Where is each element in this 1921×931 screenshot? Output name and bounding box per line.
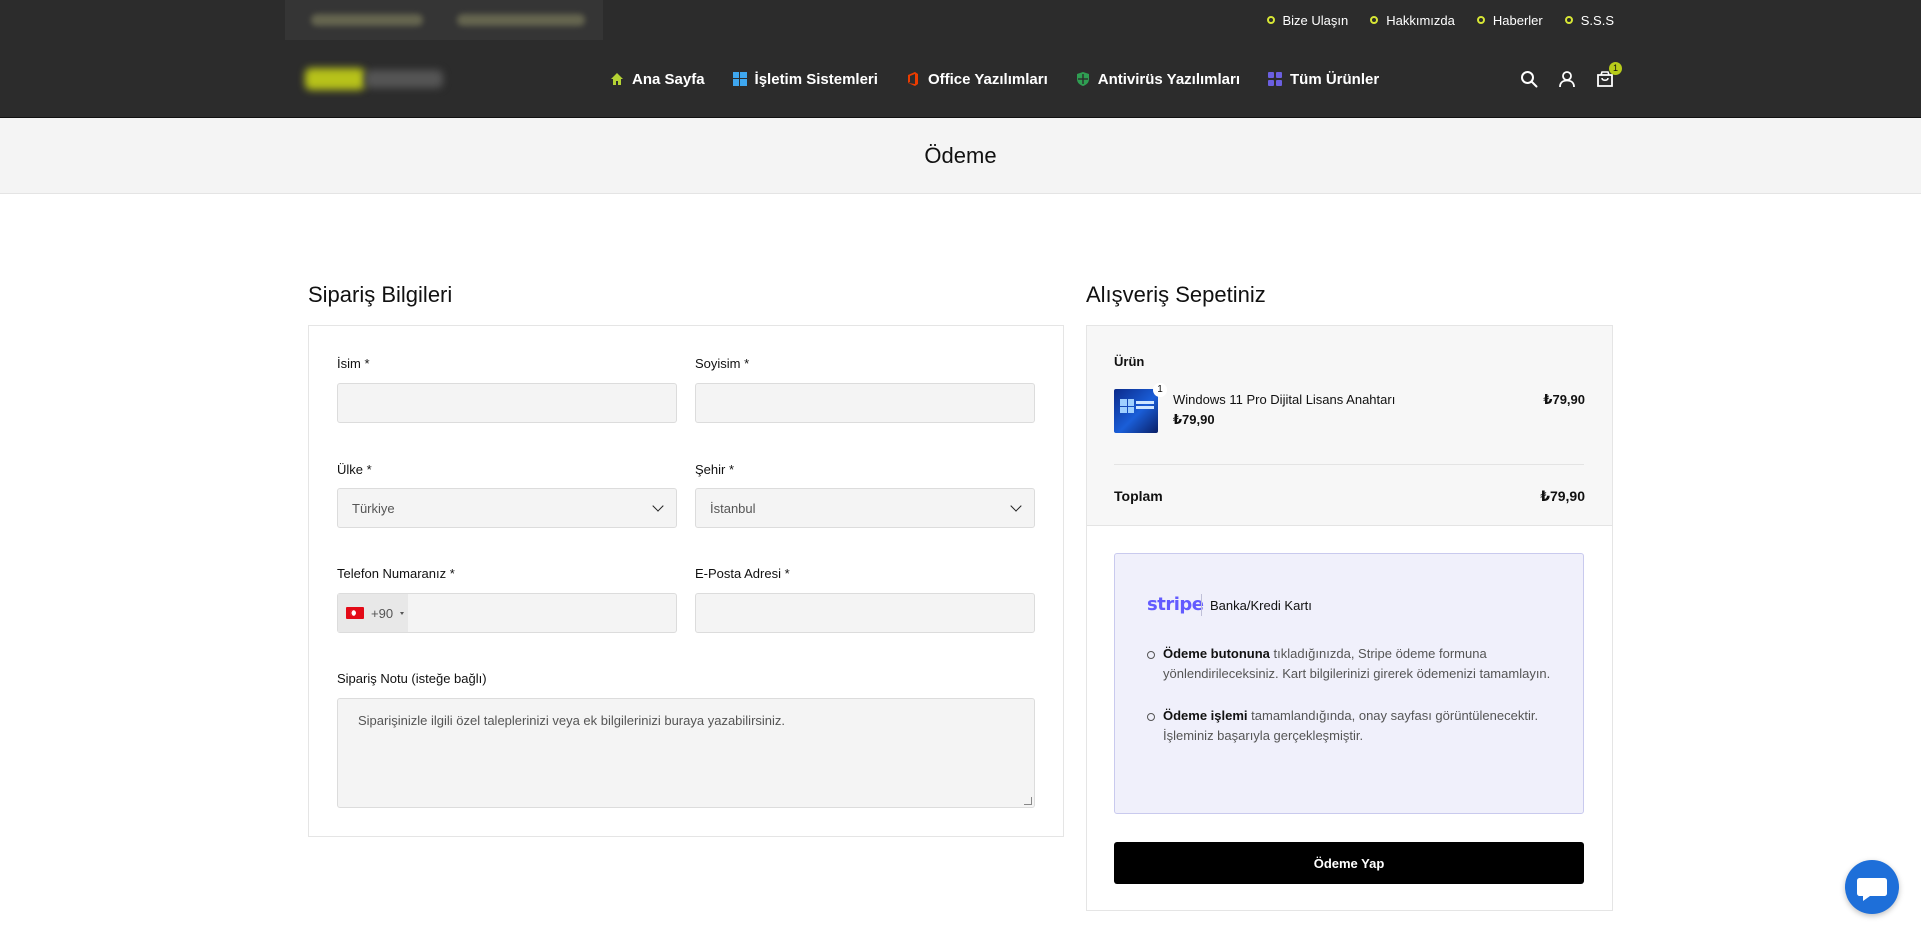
nav-item-office[interactable]: Office Yazılımları <box>906 71 1048 88</box>
order-info-heading: Sipariş Bilgileri <box>308 282 453 307</box>
cart-heading: Alışveriş Sepetiniz <box>1086 282 1266 307</box>
phone-label: Telefon Numaranız * <box>337 566 455 581</box>
resize-handle-icon[interactable] <box>1024 797 1032 805</box>
top-link-news[interactable]: Haberler <box>1476 13 1543 28</box>
last-name-field[interactable] <box>695 383 1035 423</box>
chevron-down-icon <box>652 500 664 512</box>
top-link-faq[interactable]: S.S.S <box>1564 13 1614 28</box>
caret-down-icon <box>400 611 405 615</box>
instruction-item: Ödeme işlemi tamamlandığında, onay sayfa… <box>1147 706 1557 746</box>
city-label: Şehir * <box>695 462 735 477</box>
total-value: ₺79,90 <box>1540 488 1585 504</box>
bullet-icon <box>1370 16 1379 24</box>
product-image <box>1114 389 1158 433</box>
contact-email-blurred <box>311 14 423 26</box>
nav-actions: 1 <box>1520 40 1622 118</box>
order-note-placeholder: Siparişinizle ilgili özel taleplerinizi … <box>358 713 786 728</box>
product-unit-price: ₺79,90 <box>1173 412 1215 427</box>
top-bar: Bize Ulaşın Hakkımızda Haberler S.S.S <box>0 0 1921 40</box>
email-field[interactable] <box>695 593 1035 633</box>
user-icon[interactable] <box>1558 70 1576 88</box>
site-logo[interactable] <box>305 64 445 94</box>
turkey-flag-icon <box>346 607 364 619</box>
first-name-field[interactable] <box>337 383 677 423</box>
city-value: İstanbul <box>710 500 756 516</box>
quantity-badge: 1 <box>1153 383 1167 397</box>
antivirus-icon <box>1076 72 1089 86</box>
order-form: İsim * Soyisim * Ülke * Türkiye Şehir * … <box>308 325 1064 837</box>
order-note-label: Sipariş Notu (isteğe bağlı) <box>337 671 487 686</box>
payment-method-card[interactable]: stripe Banka/Kredi Kartı Ödeme butonuna … <box>1114 553 1584 814</box>
grid-icon <box>1268 72 1283 86</box>
main-navbar: Ana Sayfa İşletim Sistemleri Office Yazı… <box>0 40 1921 118</box>
chat-bubble-icon <box>1857 878 1887 901</box>
live-chat-button[interactable] <box>1845 860 1899 914</box>
nav-menu: Ana Sayfa İşletim Sistemleri Office Yazı… <box>610 40 1379 118</box>
order-note-textarea[interactable]: Siparişinizle ilgili özel taleplerinizi … <box>337 698 1035 808</box>
page-title-band: Ödeme <box>0 118 1921 194</box>
stripe-logo: stripe <box>1147 594 1204 615</box>
payment-section: stripe Banka/Kredi Kartı Ödeme butonuna … <box>1087 526 1612 910</box>
payment-method-label: Banka/Kredi Kartı <box>1210 598 1312 613</box>
email-label: E-Posta Adresi * <box>695 566 790 581</box>
country-code-selector[interactable]: +90 <box>338 594 408 632</box>
country-select[interactable]: Türkiye <box>337 488 677 528</box>
divider <box>1114 464 1584 465</box>
top-links: Bize Ulaşın Hakkımızda Haberler S.S.S <box>1266 0 1614 40</box>
home-icon <box>611 73 623 85</box>
chevron-down-icon <box>1010 500 1022 512</box>
search-icon[interactable] <box>1520 70 1538 88</box>
pay-button[interactable]: Ödeme Yap <box>1114 842 1584 884</box>
cart-button[interactable]: 1 <box>1596 62 1622 88</box>
bullet-icon <box>1266 16 1275 24</box>
divider <box>1201 594 1202 616</box>
bullet-icon <box>1476 16 1485 24</box>
product-line-total: ₺79,90 <box>1543 392 1585 407</box>
first-name-label: İsim * <box>337 356 370 371</box>
cart-summary: Ürün 1 Windows 11 Pro Dijital Lisans Ana… <box>1086 325 1613 911</box>
top-link-about[interactable]: Hakkımızda <box>1370 13 1455 28</box>
contact-info <box>285 0 603 40</box>
payment-instructions: Ödeme butonuna tıkladığınızda, Stripe öd… <box>1147 644 1557 768</box>
phone-field[interactable]: +90 <box>337 593 677 633</box>
cart-count-badge: 1 <box>1609 62 1622 75</box>
page-title: Ödeme <box>924 142 997 168</box>
nav-item-all-products[interactable]: Tüm Ürünler <box>1268 71 1379 88</box>
nav-item-home[interactable]: Ana Sayfa <box>610 71 705 88</box>
cart-items: Ürün 1 Windows 11 Pro Dijital Lisans Ana… <box>1087 326 1612 526</box>
city-select[interactable]: İstanbul <box>695 488 1035 528</box>
instruction-item: Ödeme butonuna tıkladığınızda, Stripe öd… <box>1147 644 1557 684</box>
nav-item-operating-systems[interactable]: İşletim Sistemleri <box>732 71 878 88</box>
office-icon <box>907 72 918 86</box>
total-label: Toplam <box>1114 488 1163 504</box>
bullet-icon <box>1564 16 1573 24</box>
windows-icon <box>732 72 747 86</box>
country-value: Türkiye <box>352 500 395 516</box>
country-label: Ülke * <box>337 462 372 477</box>
product-column-header: Ürün <box>1114 354 1145 369</box>
product-name: Windows 11 Pro Dijital Lisans Anahtarı <box>1173 392 1396 407</box>
top-link-contact[interactable]: Bize Ulaşın <box>1266 13 1348 28</box>
nav-item-antivirus[interactable]: Antivirüs Yazılımları <box>1076 71 1240 88</box>
country-code: +90 <box>371 605 394 621</box>
contact-phone-blurred <box>457 14 585 26</box>
last-name-label: Soyisim * <box>695 356 750 371</box>
